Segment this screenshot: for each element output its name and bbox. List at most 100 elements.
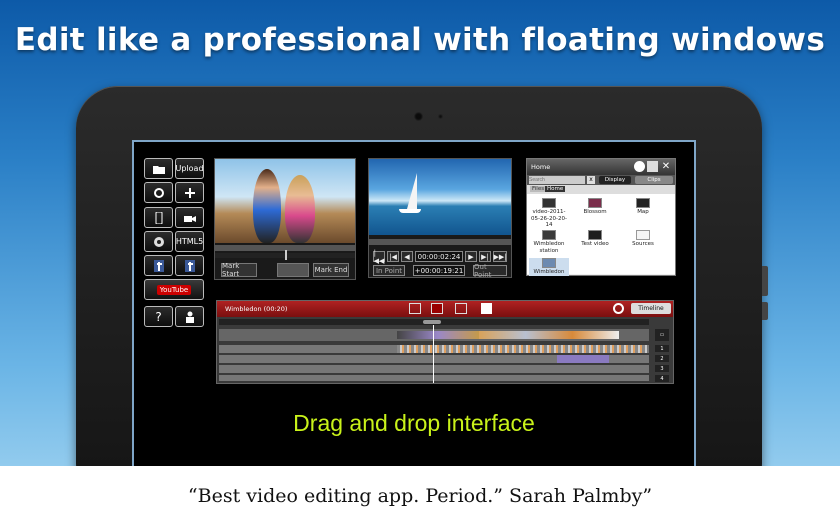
playhead[interactable]: [285, 250, 287, 260]
browser-item-list: video-2011-05-26-20-20-14 Blossom Map Wi…: [527, 194, 675, 276]
split-view-icon[interactable]: [431, 303, 443, 314]
users-button[interactable]: [175, 306, 204, 327]
video-clip[interactable]: [479, 331, 619, 339]
browser-title: Home: [531, 163, 551, 171]
film-icon: [542, 198, 556, 208]
undo-icon[interactable]: [613, 303, 624, 314]
feature-caption: Drag and drop interface: [293, 410, 535, 436]
scrub-bar[interactable]: [215, 250, 355, 260]
audio-clip[interactable]: [557, 355, 609, 363]
headline: Edit like a professional with floating w…: [14, 22, 826, 58]
tab-home[interactable]: Home: [545, 186, 566, 192]
file-item-label: Map: [637, 209, 649, 215]
skip-start-button[interactable]: |◀◀: [373, 249, 385, 265]
clear-search-icon[interactable]: x: [587, 176, 595, 184]
upload-button[interactable]: Upload: [175, 158, 204, 179]
timeline-header: Wimbledon (00:20) Timeline: [217, 301, 673, 317]
timecode-display: 00:00:02:24: [415, 251, 463, 262]
audio-track-4[interactable]: [219, 375, 649, 381]
tab-files[interactable]: Files: [530, 186, 547, 192]
file-browser-window[interactable]: Home ✕ x Display Clips Files Home video-…: [526, 158, 676, 276]
audio-track-2[interactable]: [219, 355, 649, 363]
file-item[interactable]: Blossom: [575, 198, 615, 216]
file-item-label: Test video: [581, 241, 609, 247]
track-3-volume[interactable]: 3: [655, 365, 669, 372]
video-player-window[interactable]: |◀◀ |◀ ◀ 00:00:02:24 ▶ ▶| ▶▶| In Point +…: [368, 158, 512, 279]
step-back-button[interactable]: |◀: [387, 251, 399, 262]
in-point-button[interactable]: In Point: [373, 265, 405, 276]
film-icon: [542, 258, 556, 268]
video-camera-button[interactable]: [175, 207, 204, 228]
display-button[interactable]: Display: [599, 176, 631, 184]
monitor-icon[interactable]: ▭: [655, 329, 669, 341]
youtube-button[interactable]: YouTube: [144, 279, 204, 300]
track-1-volume[interactable]: 1: [655, 345, 669, 352]
tool-palette: Upload HTML5 YouTube ?: [144, 158, 204, 330]
video-track[interactable]: [219, 329, 649, 341]
file-item[interactable]: Sources: [623, 230, 663, 248]
file-item-label: Blossom: [583, 209, 607, 215]
skip-end-button[interactable]: ▶▶|: [493, 251, 507, 262]
file-item[interactable]: Wimbledon station: [529, 230, 569, 254]
settings-button[interactable]: [144, 182, 173, 203]
folder-icon: [152, 165, 165, 174]
track-label: 1: [660, 345, 664, 352]
chrome-icon: [153, 236, 164, 247]
playhead-line[interactable]: [433, 325, 434, 383]
open-folder-button[interactable]: [144, 158, 173, 179]
film-icon: [542, 230, 556, 240]
file-item[interactable]: Map: [623, 198, 663, 216]
add-button[interactable]: [175, 182, 204, 203]
audio-track-3[interactable]: [219, 365, 649, 373]
dual-view-icon[interactable]: [455, 303, 467, 314]
audio-track-1[interactable]: [219, 345, 649, 353]
close-icon[interactable]: ✕: [660, 160, 672, 173]
file-item-label: video-2011-05-26-20-20-14: [531, 209, 567, 228]
chrome-button[interactable]: [144, 231, 173, 252]
timeline-mode-button[interactable]: Timeline: [631, 303, 671, 314]
video-clip[interactable]: [397, 331, 479, 339]
grid-view-icon[interactable]: [409, 303, 421, 314]
help-button[interactable]: ?: [144, 306, 173, 327]
search-input[interactable]: [529, 176, 585, 184]
users-icon: [185, 311, 194, 323]
gear-icon: [153, 187, 164, 198]
file-item-label: Wimbledon: [533, 269, 565, 275]
clips-button[interactable]: Clips: [635, 176, 673, 184]
track-label: 2: [660, 355, 664, 362]
file-item[interactable]: Test video: [575, 230, 615, 248]
track-2-volume[interactable]: 2: [655, 355, 669, 362]
sailboat-frame: [369, 159, 511, 235]
mark-end-button[interactable]: Mark End: [313, 263, 349, 277]
facebook-video-button[interactable]: [144, 255, 173, 276]
clock-icon[interactable]: [634, 161, 645, 172]
facebook-icon: [184, 259, 195, 272]
track-4-volume[interactable]: 4: [655, 375, 669, 382]
audio-clip[interactable]: [397, 345, 647, 353]
out-point-button[interactable]: Out Point: [473, 263, 507, 279]
person-right: [285, 175, 315, 243]
plus-icon: [184, 187, 195, 198]
sort-icon[interactable]: [647, 161, 658, 172]
browser-tabs: Files Home: [527, 185, 675, 194]
facebook-photo-button[interactable]: [175, 255, 204, 276]
play-button[interactable]: ▶: [465, 251, 477, 262]
camera-icon: [414, 112, 423, 121]
track-label: 3: [660, 365, 664, 372]
mark-range: [277, 263, 309, 277]
person-left: [253, 169, 281, 243]
timeline-window[interactable]: Wimbledon (00:20) Timeline ▭ 1 2 3 4: [216, 300, 674, 384]
film-icon: [588, 198, 602, 208]
power-button: [762, 302, 768, 320]
browser-header: Home ✕: [527, 159, 675, 175]
mark-start-button[interactable]: Mark Start: [221, 262, 257, 278]
play-back-button[interactable]: ◀: [401, 251, 413, 262]
photo-preview-window[interactable]: Mark Start Mark End: [214, 158, 356, 280]
phone-button[interactable]: [144, 207, 173, 228]
html5-button[interactable]: HTML5: [175, 231, 204, 252]
step-forward-button[interactable]: ▶|: [479, 251, 491, 262]
file-item[interactable]: video-2011-05-26-20-20-14: [529, 198, 569, 229]
save-icon[interactable]: [481, 303, 492, 314]
ruler-handle[interactable]: [423, 320, 441, 324]
file-item[interactable]: Wimbledon: [529, 258, 569, 276]
